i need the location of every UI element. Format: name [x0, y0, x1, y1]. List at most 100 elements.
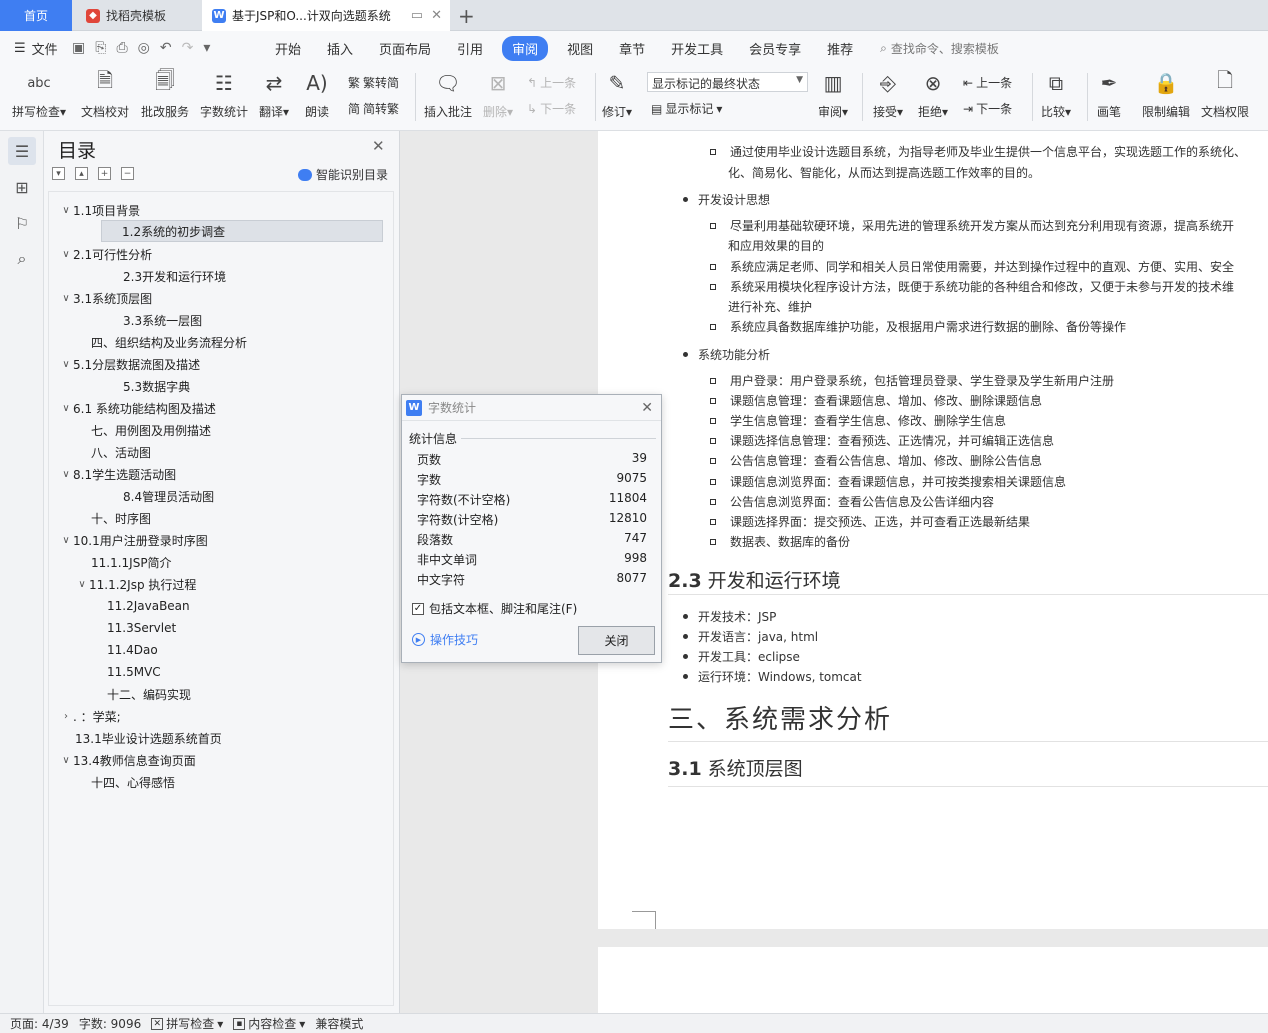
pen-button[interactable]: ✒ 画笔 — [1096, 69, 1122, 120]
close-button[interactable]: 关闭 — [578, 626, 655, 655]
toc-item[interactable]: ∨ 6.1 系统功能结构图及描述 — [59, 397, 216, 419]
next-page[interactable] — [598, 947, 1268, 1013]
toc-item[interactable]: ∨ 2.1可行性分析 — [59, 243, 152, 265]
bookmark-icon[interactable]: ⚐ — [8, 209, 36, 237]
new-tab-icon[interactable]: + — [458, 4, 475, 28]
document-page[interactable] — [598, 131, 1268, 929]
tab-recommend[interactable]: 推荐 — [814, 39, 866, 58]
tab-review[interactable]: 审阅 — [502, 35, 549, 61]
toc-item[interactable]: ∨ 10.1用户注册登录时序图 — [59, 529, 207, 551]
toc-item[interactable]: ›. ：学菜; — [59, 705, 121, 727]
translate-button[interactable]: ⇄ 翻译▾ — [259, 69, 289, 120]
chapter-icon[interactable]: ⊞ — [8, 173, 36, 201]
spell-check-button[interactable]: abc 拼写检查▾ — [12, 69, 66, 120]
chevron-down-icon[interactable]: ∨ — [59, 359, 73, 370]
search-icon[interactable]: ⌕ — [8, 245, 36, 273]
chevron-down-icon[interactable]: ∨ — [59, 755, 73, 766]
file-menu[interactable]: ☰ 文件 — [0, 39, 72, 58]
checkmark-icon[interactable]: ✓ — [412, 602, 424, 615]
export-icon[interactable]: ⎘ — [95, 40, 106, 56]
delete-comment-button[interactable]: ⊠ 删除▾ — [483, 69, 513, 120]
toc-item[interactable]: ∨ 13.4教师信息查询页面 — [59, 749, 195, 771]
show-markup-button[interactable]: ▤ 显示标记 ▾ — [651, 100, 722, 117]
include-notes-checkbox[interactable]: ✓ 包括文本框、脚注和尾注(F) — [412, 600, 577, 617]
tab-home[interactable]: 首页 — [0, 0, 72, 31]
compare-button[interactable]: ⧉ 比较▾ — [1041, 69, 1071, 120]
proofread-button[interactable]: 🗎 文档校对 — [81, 68, 129, 120]
tips-link[interactable]: ▶ 操作技巧 — [412, 631, 478, 648]
next-change-button[interactable]: ⇥ 下一条 — [963, 100, 1012, 117]
redo-icon[interactable]: ↷ — [182, 40, 194, 56]
remove-level-icon[interactable]: − — [121, 167, 134, 180]
insert-comment-button[interactable]: 🗨 插入批注 — [424, 69, 472, 120]
restrict-edit-button[interactable]: 🔒 限制编辑 — [1142, 69, 1190, 120]
markup-state-select[interactable]: 显示标记的最终状态 ▼ — [647, 72, 808, 92]
toc-item[interactable]: ∨ 1.1项目背景 — [59, 199, 140, 221]
review-service-button[interactable]: 🗐 批改服务 — [141, 68, 189, 120]
toc-item[interactable]: 11.5MVC — [107, 661, 161, 683]
expand-all-icon[interactable]: ▴ — [75, 167, 88, 180]
next-comment-button[interactable]: ↳ 下一条 — [527, 100, 576, 117]
smart-toc-button[interactable]: 智能识别目录 — [298, 166, 388, 183]
toc-item[interactable]: 8.4管理员活动图 — [123, 485, 214, 507]
review-pane-button[interactable]: ▥ 审阅▾ — [818, 69, 848, 120]
toc-item[interactable]: ∨ 3.1系统顶层图 — [59, 287, 152, 309]
tab-insert[interactable]: 插入 — [314, 39, 366, 58]
close-tab-icon[interactable]: ✕ — [431, 8, 442, 23]
tab-developer[interactable]: 开发工具 — [658, 39, 736, 58]
prev-comment-button[interactable]: ↰ 上一条 — [527, 74, 576, 91]
accept-button[interactable]: ⎆ 接受▾ — [873, 69, 903, 120]
toc-item[interactable]: 13.1毕业设计选题系统首页 — [75, 727, 222, 749]
toc-item[interactable]: 11.3Servlet — [107, 617, 176, 639]
tab-document[interactable]: W 基于JSP和O...计双向选题系统 ▭ ✕ — [202, 0, 450, 31]
content-check-toggle[interactable]: ▪ 内容检查 ▾ — [233, 1015, 305, 1032]
reject-button[interactable]: ⊗ 拒绝▾ — [918, 69, 948, 120]
undo-icon[interactable]: ↶ — [160, 40, 172, 56]
toc-item[interactable]: 1.2系统的初步调查 — [101, 220, 383, 242]
close-icon[interactable]: ✕ — [372, 137, 385, 155]
to-traditional-button[interactable]: 简 简转繁 — [348, 100, 399, 117]
tab-view[interactable]: 视图 — [554, 39, 606, 58]
chevron-down-icon[interactable]: ∨ — [59, 205, 73, 216]
toc-item[interactable]: ∨ 5.1分层数据流图及描述 — [59, 353, 200, 375]
toc-item[interactable]: 2.3开发和运行环境 — [123, 265, 226, 287]
chevron-down-icon[interactable]: ∨ — [59, 249, 73, 260]
toc-item[interactable]: ∨ 8.1学生选题活动图 — [59, 463, 176, 485]
toc-item[interactable]: 十、时序图 — [91, 507, 151, 529]
toc-item[interactable]: 3.3系统一层图 — [123, 309, 202, 331]
toc-item[interactable]: 四、组织结构及业务流程分析 — [91, 331, 247, 353]
dialog-header[interactable]: W 字数统计 ✕ — [402, 395, 661, 421]
chevron-down-icon[interactable]: ∨ — [59, 469, 73, 480]
tab-section[interactable]: 章节 — [606, 39, 658, 58]
prev-change-button[interactable]: ⇤ 上一条 — [963, 74, 1012, 91]
command-search[interactable]: ⌕ 查找命令、搜索模板 — [880, 40, 999, 57]
chevron-down-icon[interactable]: ∨ — [59, 403, 73, 414]
tab-layout[interactable]: 页面布局 — [366, 39, 444, 58]
tab-member[interactable]: 会员专享 — [736, 39, 814, 58]
toc-item[interactable]: 11.1.1JSP简介 — [91, 551, 172, 573]
toc-item[interactable]: 八、活动图 — [91, 441, 151, 463]
collapse-all-icon[interactable]: ▾ — [52, 167, 65, 180]
spell-check-toggle[interactable]: ✕ 拼写检查 ▾ — [151, 1015, 223, 1032]
page-indicator[interactable]: 页面: 4/39 — [10, 1015, 69, 1032]
word-count-indicator[interactable]: 字数: 9096 — [79, 1015, 141, 1032]
chevron-right-icon[interactable]: › — [59, 711, 73, 722]
save-icon[interactable]: ▣ — [72, 40, 85, 56]
toc-item[interactable]: 七、用例图及用例描述 — [91, 419, 211, 441]
print-icon[interactable]: ⎙ — [116, 40, 127, 56]
add-level-icon[interactable]: + — [98, 167, 111, 180]
toc-item[interactable]: ∨ 11.1.2Jsp 执行过程 — [75, 573, 196, 595]
preview-icon[interactable]: ◎ — [138, 40, 150, 56]
tab-reference[interactable]: 引用 — [444, 39, 496, 58]
chevron-down-icon[interactable]: ∨ — [59, 293, 73, 304]
chevron-down-icon[interactable]: ∨ — [75, 579, 89, 590]
toc-icon[interactable]: ☰ — [8, 137, 36, 165]
to-simplified-button[interactable]: 繁 繁转简 — [348, 74, 399, 91]
customize-icon[interactable]: ▾ — [203, 40, 210, 56]
close-icon[interactable]: ✕ — [641, 400, 653, 416]
tab-templates[interactable]: ◆ 找稻壳模板 — [74, 0, 202, 31]
tab-start[interactable]: 开始 — [262, 39, 314, 58]
toc-item[interactable]: 11.4Dao — [107, 639, 158, 661]
screen-icon[interactable]: ▭ — [411, 8, 423, 23]
toc-item[interactable]: 11.2JavaBean — [107, 595, 190, 617]
